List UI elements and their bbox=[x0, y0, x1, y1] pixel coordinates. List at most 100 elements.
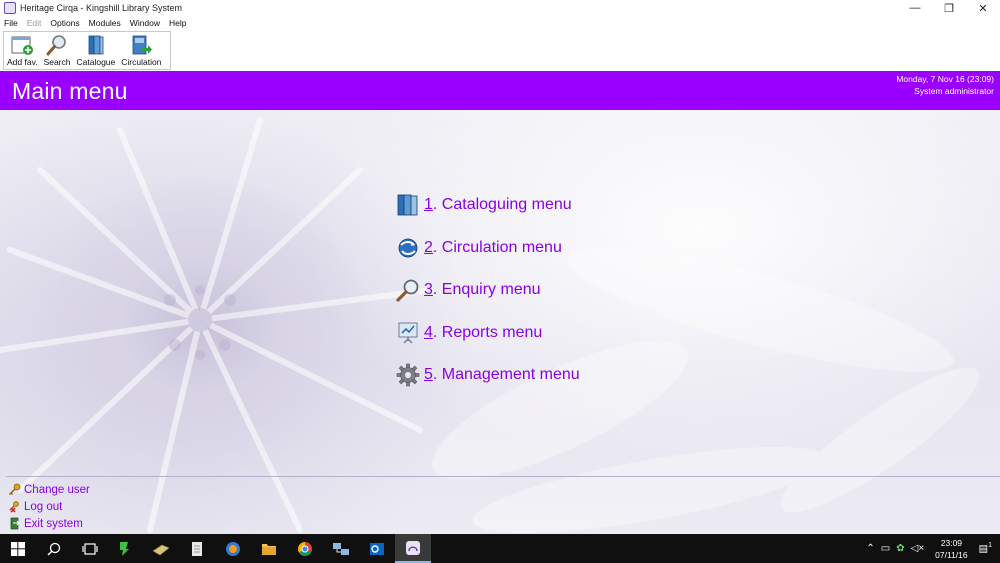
page-header: Main menu Monday, 7 Nov 16 (23:09) Syste… bbox=[0, 71, 1000, 110]
taskbar-app-green[interactable] bbox=[106, 534, 142, 563]
menu-item-label: . Cataloguing menu bbox=[432, 196, 572, 214]
taskbar-app-document[interactable] bbox=[179, 534, 215, 563]
menu-modules[interactable]: Modules bbox=[89, 18, 121, 28]
taskbar-app-notepad[interactable] bbox=[143, 534, 179, 563]
browser-icon bbox=[226, 541, 240, 556]
menu-item-label: . Management menu bbox=[432, 366, 580, 384]
menu-item-enquiry[interactable]: 3 . Enquiry menu bbox=[396, 269, 580, 312]
menu-item-label: . Circulation menu bbox=[432, 238, 562, 256]
document-icon bbox=[192, 541, 202, 556]
menu-help[interactable]: Help bbox=[169, 18, 186, 28]
add-favourite-icon bbox=[11, 36, 34, 55]
task-view-icon bbox=[82, 542, 98, 555]
log-out-label: Log out bbox=[24, 500, 63, 513]
add-favourite-label: Add fav. bbox=[7, 57, 38, 67]
exit-system-label: Exit system bbox=[24, 517, 83, 530]
notification-count: 1 bbox=[988, 542, 992, 550]
footer-links: Change user Log out Exit system bbox=[8, 481, 90, 532]
catalogue-button[interactable]: Catalogue bbox=[74, 32, 119, 69]
taskbar-app-explorer[interactable] bbox=[251, 534, 287, 563]
menu-item-management[interactable]: 5 . Management menu bbox=[396, 354, 580, 397]
volume-muted-icon[interactable]: ◁× bbox=[911, 543, 925, 554]
main-menu-list: 1 . Cataloguing menu 2 . Circulation men… bbox=[396, 184, 580, 397]
heritage-app-icon bbox=[406, 540, 420, 555]
outlook-icon bbox=[370, 542, 384, 555]
chart-easel-icon bbox=[396, 321, 420, 345]
menu-window[interactable]: Window bbox=[130, 18, 160, 28]
notebook-icon bbox=[152, 544, 170, 555]
clock-date: 07/11/16 bbox=[935, 549, 968, 560]
network-icon bbox=[333, 542, 349, 555]
catalogue-label: Catalogue bbox=[76, 57, 116, 67]
search-label: Search bbox=[43, 57, 71, 67]
app-icon bbox=[4, 2, 16, 14]
menu-item-label: . Reports menu bbox=[432, 323, 543, 341]
window-controls: — ❐ ✕ bbox=[898, 0, 1000, 16]
close-button[interactable]: ✕ bbox=[966, 0, 1000, 16]
magnifier-icon bbox=[396, 278, 420, 302]
key-icon bbox=[8, 483, 21, 496]
toolbar-group: Add fav. Search Catalogue Circulation bbox=[3, 31, 171, 70]
menu-edit: Edit bbox=[26, 18, 42, 28]
menu-options[interactable]: Options bbox=[50, 18, 79, 28]
system-tray: ⌃ ▭ ✿ ◁× 23:09 07/11/16 ▤1 bbox=[863, 534, 1000, 563]
taskbar-app-chrome[interactable] bbox=[287, 534, 323, 563]
circulation-label: Circulation bbox=[121, 57, 162, 67]
search-icon bbox=[47, 542, 61, 555]
menu-item-circulation[interactable]: 2 . Circulation menu bbox=[396, 227, 580, 270]
main-content: 1 . Cataloguing menu 2 . Circulation men… bbox=[0, 110, 1000, 534]
clock-time: 23:09 bbox=[940, 537, 963, 548]
search-button[interactable]: Search bbox=[41, 32, 74, 69]
globe-arrows-icon bbox=[396, 236, 420, 260]
menu-item-number: 1 bbox=[424, 196, 433, 214]
taskbar-search-button[interactable] bbox=[36, 534, 72, 563]
taskbar-app-heritage[interactable] bbox=[395, 534, 431, 563]
start-button[interactable] bbox=[0, 534, 36, 563]
magnifier-icon bbox=[46, 35, 66, 56]
books-icon bbox=[396, 193, 420, 217]
page-title: Main menu bbox=[12, 78, 128, 104]
exit-door-icon bbox=[8, 517, 21, 530]
minimize-button[interactable]: — bbox=[898, 0, 932, 16]
chevron-up-icon[interactable]: ⌃ bbox=[866, 543, 874, 554]
change-user-label: Change user bbox=[24, 483, 90, 496]
sync-tray-icon[interactable]: ✿ bbox=[896, 543, 904, 554]
window-title-bar: Heritage Cirqa - Kingshill Library Syste… bbox=[0, 0, 1000, 16]
gear-icon bbox=[396, 363, 420, 387]
toolbar: Add fav. Search Catalogue Circulation bbox=[0, 30, 1000, 71]
menu-item-number: 5 bbox=[424, 366, 433, 384]
menu-item-number: 2 bbox=[424, 238, 433, 256]
windows-taskbar: ⌃ ▭ ✿ ◁× 23:09 07/11/16 ▤1 bbox=[0, 534, 1000, 563]
chrome-icon bbox=[298, 541, 312, 556]
menu-bar: File Edit Options Modules Window Help bbox=[0, 16, 1000, 30]
restore-button[interactable]: ❐ bbox=[932, 0, 966, 16]
taskbar-clock[interactable]: 23:09 07/11/16 bbox=[935, 537, 967, 561]
menu-item-number: 4 bbox=[424, 323, 433, 341]
add-favourite-button[interactable]: Add fav. bbox=[4, 32, 41, 69]
menu-item-cataloguing[interactable]: 1 . Cataloguing menu bbox=[396, 184, 580, 227]
circulation-button[interactable]: Circulation bbox=[118, 32, 164, 69]
book-arrow-icon bbox=[132, 35, 153, 55]
folder-icon bbox=[262, 543, 276, 555]
logout-icon bbox=[8, 500, 21, 513]
green-app-icon bbox=[120, 541, 129, 556]
task-view-button[interactable] bbox=[72, 534, 108, 563]
change-user-link[interactable]: Change user bbox=[8, 481, 90, 498]
menu-file[interactable]: File bbox=[4, 18, 18, 28]
windows-logo-icon bbox=[11, 541, 25, 556]
taskbar-app-browser[interactable] bbox=[215, 534, 251, 563]
log-out-link[interactable]: Log out bbox=[8, 498, 90, 515]
exit-system-link[interactable]: Exit system bbox=[8, 515, 90, 532]
books-icon bbox=[88, 35, 104, 55]
taskbar-app-network[interactable] bbox=[323, 534, 359, 563]
menu-item-label: . Enquiry menu bbox=[432, 281, 541, 299]
notification-center-icon[interactable]: ▤1 bbox=[979, 542, 992, 554]
window-title: Heritage Cirqa - Kingshill Library Syste… bbox=[20, 3, 183, 13]
menu-item-reports[interactable]: 4 . Reports menu bbox=[396, 312, 580, 355]
menu-item-number: 3 bbox=[424, 281, 433, 299]
network-tray-icon[interactable]: ▭ bbox=[881, 543, 890, 554]
taskbar-app-outlook[interactable] bbox=[359, 534, 395, 563]
header-datetime: Monday, 7 Nov 16 (23:09) bbox=[896, 74, 994, 84]
footer-divider bbox=[6, 476, 1000, 477]
header-user: System administrator bbox=[914, 86, 994, 96]
